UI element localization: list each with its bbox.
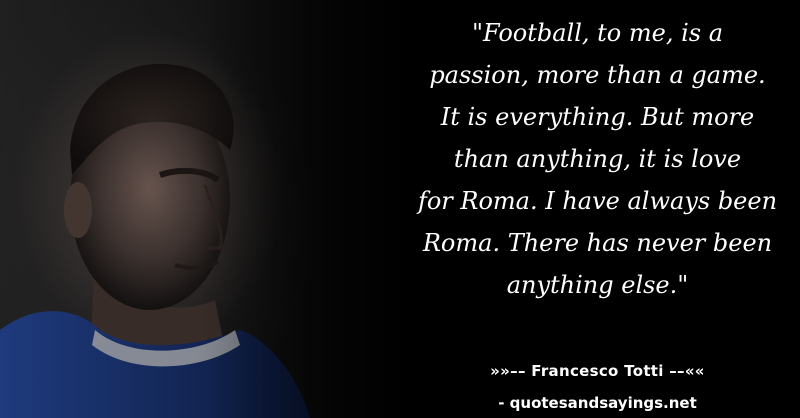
quote-card: "Football, to me, is a passion, more tha… <box>0 0 800 418</box>
quote-text: "Football, to me, is a passion, more tha… <box>417 19 778 299</box>
source-watermark: - quotesandsayings.net <box>498 394 697 412</box>
quote-author: »»–– Francesco Totti ––«« <box>490 362 705 380</box>
